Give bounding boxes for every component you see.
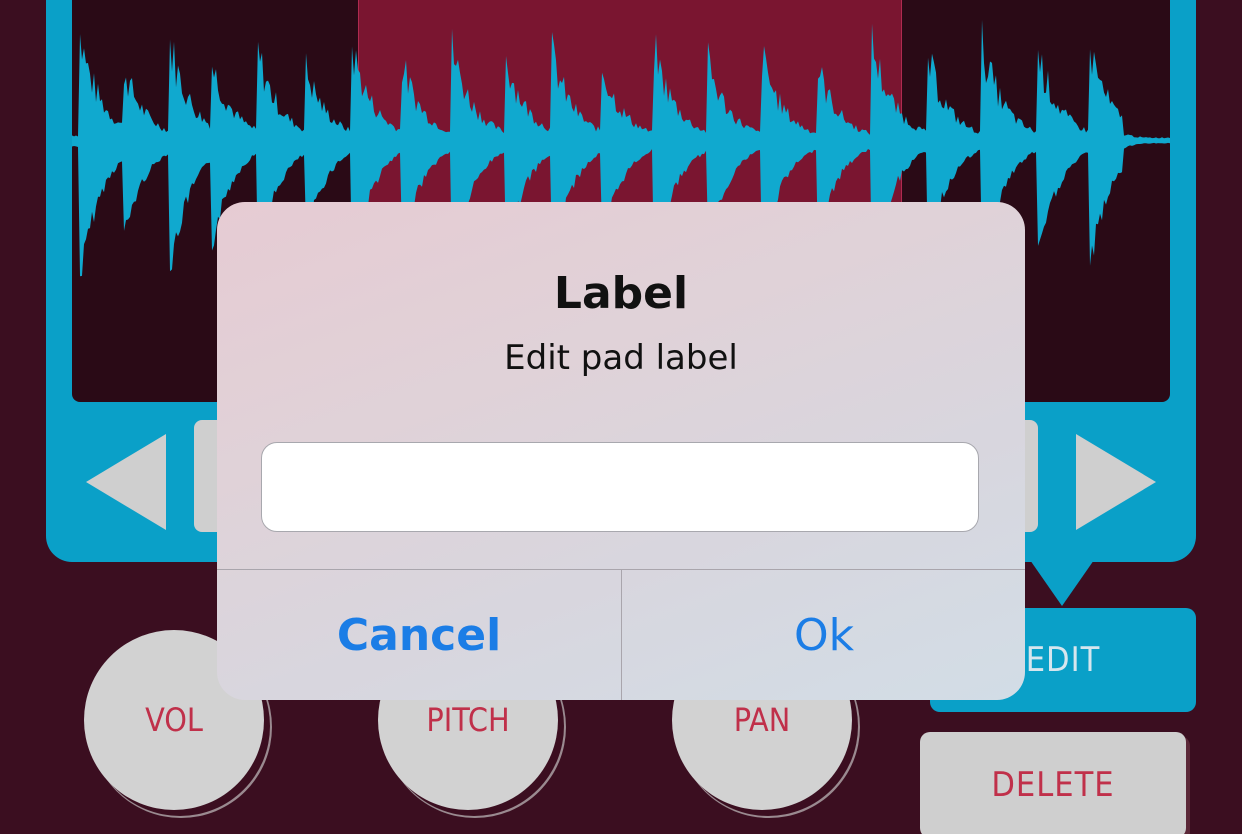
pitch-knob-label: PITCH bbox=[426, 701, 510, 739]
alert-title: Label bbox=[553, 268, 689, 319]
pan-knob-label: PAN bbox=[733, 701, 791, 739]
alert-message: Edit pad label bbox=[504, 338, 738, 378]
triangle-left-icon[interactable] bbox=[86, 434, 166, 530]
callout-pointer bbox=[1030, 560, 1094, 606]
delete-button[interactable]: DELETE bbox=[920, 732, 1186, 834]
triangle-right-icon[interactable] bbox=[1076, 434, 1156, 530]
cancel-button[interactable]: Cancel bbox=[217, 570, 621, 700]
label-alert-dialog: Label Edit pad label Cancel Ok bbox=[217, 202, 1025, 700]
vol-knob-label: VOL bbox=[145, 701, 203, 739]
sample-editor-screen: EDIT DELETE VOL PITCH PAN Label Edit pad… bbox=[0, 0, 1242, 834]
ok-button[interactable]: Ok bbox=[622, 570, 1025, 700]
pad-label-input[interactable] bbox=[261, 442, 979, 532]
